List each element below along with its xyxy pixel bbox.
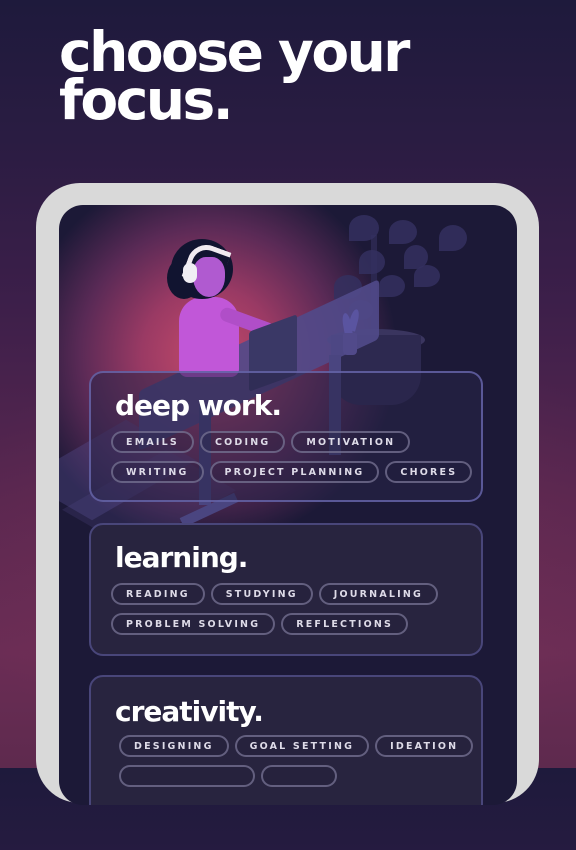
chip-studying[interactable]: STUDYING	[210, 583, 313, 605]
chip-row: WRITING PROJECT PLANNING CHORES	[111, 461, 473, 483]
card-title: creativity.	[115, 695, 264, 728]
chip-goal-setting[interactable]: GOAL SETTING	[234, 735, 370, 757]
chip-row-partial	[119, 765, 337, 787]
card-title: deep work.	[115, 389, 282, 422]
chip-problem-solving[interactable]: PROBLEM SOLVING	[111, 613, 276, 635]
chip-emails[interactable]: EMAILS	[111, 431, 194, 453]
chip-reading[interactable]: READING	[111, 583, 205, 605]
focus-card-deep-work[interactable]: deep work. EMAILS CODING MOTIVATION WRIT…	[89, 371, 483, 502]
chip-ideation[interactable]: IDEATION	[375, 735, 474, 757]
chip-journaling[interactable]: JOURNALING	[318, 583, 439, 605]
focus-card-creativity[interactable]: creativity. DESIGNING GOAL SETTING IDEAT…	[89, 675, 483, 805]
chip-row: EMAILS CODING MOTIVATION	[111, 431, 411, 453]
chip-partial[interactable]	[261, 765, 337, 787]
chip-coding[interactable]: CODING	[199, 431, 286, 453]
chip-project-planning[interactable]: PROJECT PLANNING	[209, 461, 380, 483]
chip-motivation[interactable]: MOTIVATION	[291, 431, 411, 453]
chip-row: DESIGNING GOAL SETTING IDEATION	[119, 735, 474, 757]
chip-writing[interactable]: WRITING	[111, 461, 204, 483]
chip-row: PROBLEM SOLVING REFLECTIONS	[111, 613, 409, 635]
chip-chores[interactable]: CHORES	[385, 461, 473, 483]
chip-partial[interactable]	[119, 765, 255, 787]
card-title: learning.	[115, 541, 248, 574]
focus-card-learning[interactable]: learning. READING STUDYING JOURNALING PR…	[89, 523, 483, 656]
device-screen: deep work. EMAILS CODING MOTIVATION WRIT…	[59, 205, 517, 805]
chip-designing[interactable]: DESIGNING	[119, 735, 229, 757]
chip-row: READING STUDYING JOURNALING	[111, 583, 439, 605]
chip-reflections[interactable]: REFLECTIONS	[281, 613, 409, 635]
page-title: choose your focus.	[59, 20, 410, 132]
